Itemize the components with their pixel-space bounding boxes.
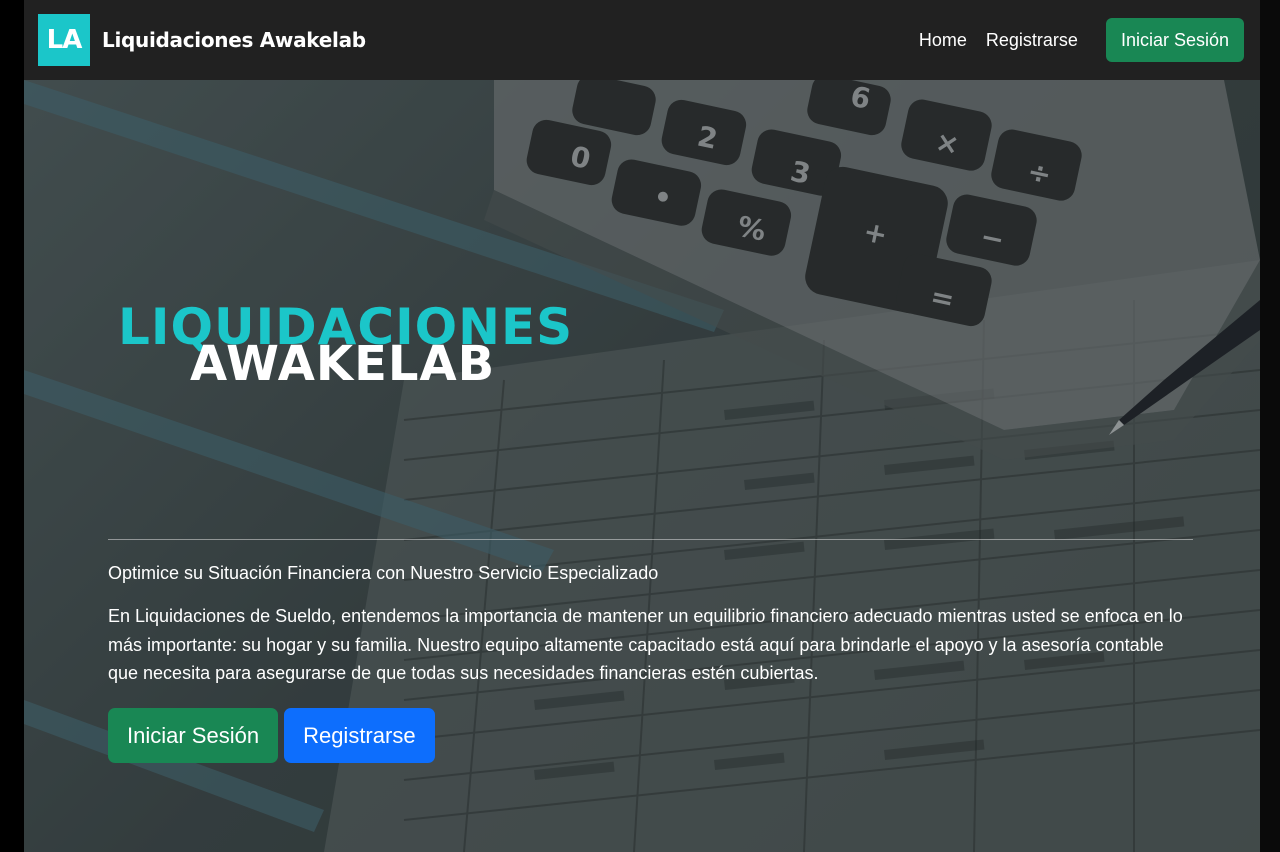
- nav-login-button[interactable]: Iniciar Sesión: [1105, 18, 1244, 62]
- hero-register-button[interactable]: Registrarse: [284, 708, 435, 763]
- brand[interactable]: LA Liquidaciones Awakelab: [38, 14, 366, 66]
- hero-divider: [108, 539, 1193, 540]
- window-edge: [1260, 0, 1280, 852]
- hero-login-button[interactable]: Iniciar Sesión: [108, 708, 279, 763]
- hero-actions: Iniciar Sesión Registrarse: [108, 708, 435, 763]
- navbar: LA Liquidaciones Awakelab Home Registrar…: [24, 0, 1260, 80]
- hero-description: En Liquidaciones de Sueldo, entendemos l…: [108, 606, 1183, 683]
- brand-name[interactable]: Liquidaciones Awakelab: [102, 28, 366, 52]
- nav-menu: Home Registrarse Iniciar Sesión: [919, 18, 1244, 62]
- hero-subtitle: Optimice su Situación Financiera con Nue…: [108, 563, 659, 583]
- hero-section: 0 2 3 • % 6 × ÷ + − = LIQUIDACIONES AWAK…: [24, 80, 1260, 852]
- hero-logo: LIQUIDACIONES AWAKELAB: [118, 302, 578, 392]
- brand-logo[interactable]: LA: [38, 14, 90, 66]
- hero-logo-line2: AWAKELAB: [190, 336, 496, 392]
- browser-viewport: LA Liquidaciones Awakelab Home Registrar…: [24, 0, 1260, 852]
- nav-link-registrarse[interactable]: Registrarse: [986, 30, 1078, 51]
- nav-link-home[interactable]: Home: [919, 30, 967, 51]
